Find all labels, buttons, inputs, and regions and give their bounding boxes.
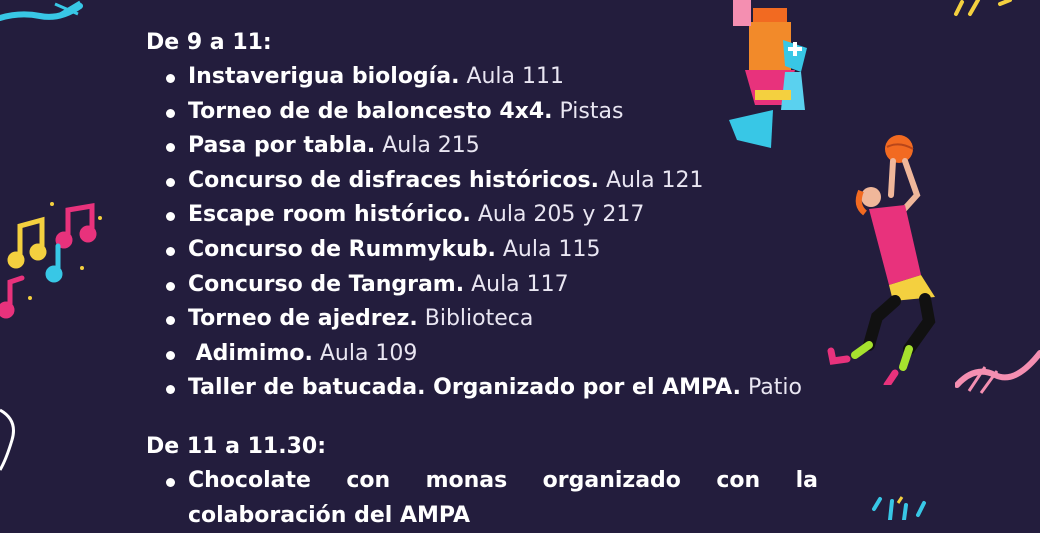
confetti-bottom-right-icon	[872, 496, 926, 520]
scribble-top-left-icon	[0, 0, 83, 21]
activity-place: Biblioteca	[424, 306, 534, 332]
cut-line: colaboración del AMPA	[188, 502, 471, 528]
section-heading-9-11: De 9 a 11:	[146, 30, 272, 55]
justified-line: Chocolate con monas organizado con la	[188, 464, 818, 499]
activity-title: Pasa por tabla.	[188, 133, 376, 159]
list-item: Torneo de de baloncesto 4x4. Pistas	[164, 95, 846, 130]
list-item: Adimimo. Aula 109	[164, 337, 846, 372]
activity-title: Concurso de Tangram.	[188, 271, 465, 297]
activity-title: Torneo de de baloncesto 4x4.	[188, 98, 553, 124]
word: con	[716, 467, 761, 493]
word: la	[795, 467, 818, 493]
list-item: Taller de batucada. Organizado por el AM…	[164, 371, 846, 406]
word: monas	[425, 467, 508, 493]
list-item: Chocolate con monas organizado con la co…	[164, 464, 846, 533]
activity-title: Escape room histórico.	[188, 202, 471, 228]
activity-place: Aula 121	[605, 167, 704, 193]
activity-title: Concurso de Rummykub.	[188, 236, 496, 262]
music-notes-icon	[0, 202, 102, 319]
list-item: Concurso de disfraces históricos. Aula 1…	[164, 164, 846, 199]
swirl-bottom-left-icon	[0, 408, 15, 471]
list-item: Escape room histórico. Aula 205 y 217	[164, 198, 846, 233]
activity-place: Patio	[747, 375, 802, 401]
activity-place: Aula 205 y 217	[477, 202, 645, 228]
activity-title: Instaverigua biología.	[188, 64, 460, 89]
scribble-right-icon	[955, 350, 1040, 394]
list-item: Torneo de ajedrez. Biblioteca	[164, 302, 846, 337]
activity-place: Aula 109	[319, 340, 418, 366]
activity-list-11-1130: Chocolate con monas organizado con la co…	[146, 464, 846, 533]
list-item: Concurso de Tangram. Aula 117	[164, 268, 846, 303]
list-item: Instaverigua biología. Aula 111	[164, 60, 846, 95]
activity-place: Aula 117	[471, 271, 569, 297]
word: Chocolate	[188, 467, 311, 493]
list-item: Pasa por tabla. Aula 215	[164, 129, 846, 164]
activity-place: Aula 111	[466, 64, 565, 89]
list-item: Concurso de Rummykub. Aula 115	[164, 233, 846, 268]
activity-title: Torneo de ajedrez.	[188, 306, 418, 332]
word: con	[346, 467, 391, 493]
activity-title: Adimimo.	[188, 340, 313, 366]
activity-title: Concurso de disfraces históricos.	[188, 167, 599, 193]
activity-place: Aula 115	[502, 236, 601, 262]
confetti-top-right-icon	[954, 0, 1012, 16]
activity-list-9-11: Instaverigua biología. Aula 111 Torneo d…	[146, 60, 846, 406]
word: organizado	[542, 467, 681, 493]
activity-title: Taller de batucada. Organizado por el AM…	[188, 375, 741, 401]
activity-place: Aula 215	[382, 133, 480, 159]
section-heading-11-1130: De 11 a 11.30:	[146, 433, 327, 459]
activity-place: Pistas	[559, 98, 624, 124]
schedule-content: De 9 a 11: Instaverigua biología. Aula 1…	[146, 26, 846, 533]
